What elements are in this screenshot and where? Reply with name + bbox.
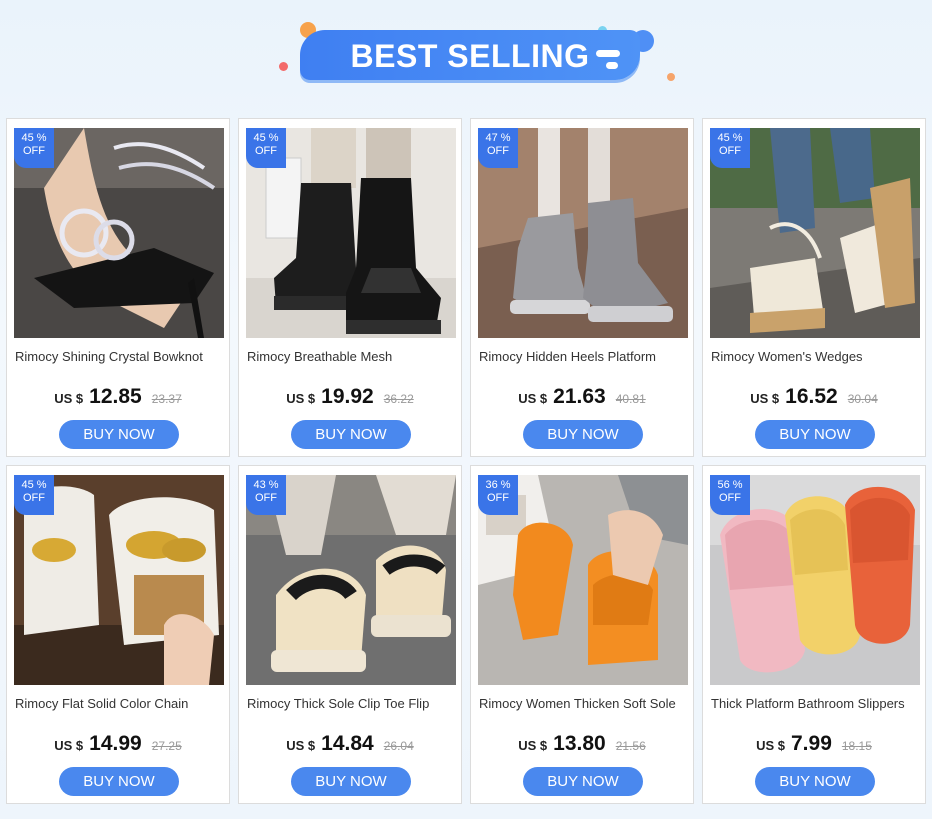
- product-card[interactable]: 43 % OFF Rimocy Thick Sole Clip Toe Flip…: [238, 465, 462, 804]
- product-price: 12.85: [89, 385, 142, 408]
- buy-now-button[interactable]: BUY NOW: [523, 420, 643, 449]
- currency-label: US $: [54, 391, 84, 406]
- discount-off-label: OFF: [487, 145, 509, 157]
- price-row: US $ 21.63 40.81: [471, 385, 693, 409]
- discount-badge: 45 % OFF: [710, 128, 750, 168]
- buy-now-button[interactable]: BUY NOW: [59, 420, 179, 449]
- decor-bar: [606, 62, 618, 69]
- product-price: 16.52: [785, 385, 838, 408]
- discount-percent: 45 %: [253, 132, 279, 144]
- product-name[interactable]: Rimocy Flat Solid Color Chain: [15, 696, 225, 711]
- original-price: 18.15: [841, 739, 872, 753]
- product-card[interactable]: 45 % OFF Rimocy Women's Wedges US $ 16.52…: [702, 118, 926, 457]
- original-price: 27.25: [151, 739, 182, 753]
- product-name[interactable]: Rimocy Thick Sole Clip Toe Flip: [247, 696, 457, 711]
- original-price: 23.37: [151, 392, 182, 406]
- currency-label: US $: [518, 738, 548, 753]
- discount-off-label: OFF: [255, 492, 277, 504]
- currency-label: US $: [756, 738, 785, 753]
- original-price: 36.22: [383, 392, 414, 406]
- best-selling-banner: BEST SELLING: [300, 30, 640, 80]
- decor-dot: [279, 62, 288, 71]
- price-row: US $ 19.92 36.22: [239, 385, 461, 409]
- product-card[interactable]: 45 % OFF Rimocy Flat Solid Color Chain U…: [6, 465, 230, 804]
- best-selling-header: BEST SELLING: [0, 0, 932, 110]
- product-price: 19.92: [321, 385, 374, 408]
- discount-badge: 45 % OFF: [246, 128, 286, 168]
- currency-label: US $: [54, 738, 84, 753]
- price-row: US $ 7.99 18.15: [703, 732, 925, 756]
- currency-label: US $: [286, 391, 316, 406]
- discount-badge: 56 % OFF: [710, 475, 750, 515]
- product-price: 14.84: [321, 732, 374, 755]
- product-name[interactable]: Rimocy Women's Wedges: [711, 349, 921, 364]
- product-name[interactable]: Thick Platform Bathroom Slippers: [711, 696, 921, 711]
- product-name[interactable]: Rimocy Breathable Mesh: [247, 349, 457, 364]
- product-grid: 45 % OFF Rimocy Shining Crystal Bowknot …: [6, 118, 928, 804]
- product-name[interactable]: Rimocy Hidden Heels Platform: [479, 349, 689, 364]
- buy-now-button[interactable]: BUY NOW: [59, 767, 179, 796]
- original-price: 26.04: [383, 739, 414, 753]
- product-price: 13.80: [553, 732, 606, 755]
- discount-percent: 47 %: [485, 132, 511, 144]
- product-price: 7.99: [791, 732, 832, 755]
- discount-percent: 45 %: [21, 132, 47, 144]
- discount-badge: 43 % OFF: [246, 475, 286, 515]
- discount-percent: 43 %: [253, 479, 279, 491]
- currency-label: US $: [750, 391, 780, 406]
- discount-percent: 56 %: [717, 479, 743, 491]
- banner-title: BEST SELLING: [350, 38, 590, 74]
- original-price: 21.56: [615, 739, 646, 753]
- discount-off-label: OFF: [487, 492, 509, 504]
- discount-badge: 36 % OFF: [478, 475, 518, 515]
- product-card[interactable]: 47 % OFF Rimocy Hidden Heels Platform US…: [470, 118, 694, 457]
- discount-badge: 45 % OFF: [14, 128, 54, 168]
- currency-label: US $: [518, 391, 548, 406]
- product-card[interactable]: 56 % OFF Thick Platform Bathroom Slipper…: [702, 465, 926, 804]
- buy-now-button[interactable]: BUY NOW: [755, 767, 875, 796]
- discount-off-label: OFF: [255, 145, 277, 157]
- buy-now-button[interactable]: BUY NOW: [755, 420, 875, 449]
- discount-badge: 47 % OFF: [478, 128, 518, 168]
- product-price: 14.99: [89, 732, 142, 755]
- price-row: US $ 13.80 21.56: [471, 732, 693, 756]
- product-card[interactable]: 45 % OFF Rimocy Shining Crystal Bowknot …: [6, 118, 230, 457]
- decor-dot: [667, 73, 675, 81]
- product-name[interactable]: Rimocy Shining Crystal Bowknot: [15, 349, 225, 364]
- price-row: US $ 16.52 30.04: [703, 385, 925, 409]
- discount-percent: 45 %: [21, 479, 47, 491]
- discount-badge: 45 % OFF: [14, 475, 54, 515]
- original-price: 30.04: [847, 392, 878, 406]
- product-card[interactable]: 36 % OFF Rimocy Women Thicken Soft Sole …: [470, 465, 694, 804]
- discount-percent: 45 %: [717, 132, 743, 144]
- discount-off-label: OFF: [23, 145, 45, 157]
- price-row: US $ 14.84 26.04: [239, 732, 461, 756]
- price-row: US $ 14.99 27.25: [7, 732, 229, 756]
- discount-off-label: OFF: [23, 492, 45, 504]
- product-card[interactable]: 45 % OFF Rimocy Breathable Mesh US $ 19.9…: [238, 118, 462, 457]
- discount-off-label: OFF: [719, 145, 741, 157]
- price-row: US $ 12.85 23.37: [7, 385, 229, 409]
- discount-percent: 36 %: [485, 479, 511, 491]
- buy-now-button[interactable]: BUY NOW: [291, 420, 411, 449]
- buy-now-button[interactable]: BUY NOW: [523, 767, 643, 796]
- discount-off-label: OFF: [719, 492, 741, 504]
- decor-bar: [596, 50, 620, 57]
- buy-now-button[interactable]: BUY NOW: [291, 767, 411, 796]
- currency-label: US $: [286, 738, 316, 753]
- original-price: 40.81: [615, 392, 646, 406]
- product-price: 21.63: [553, 385, 606, 408]
- product-name[interactable]: Rimocy Women Thicken Soft Sole: [479, 696, 689, 711]
